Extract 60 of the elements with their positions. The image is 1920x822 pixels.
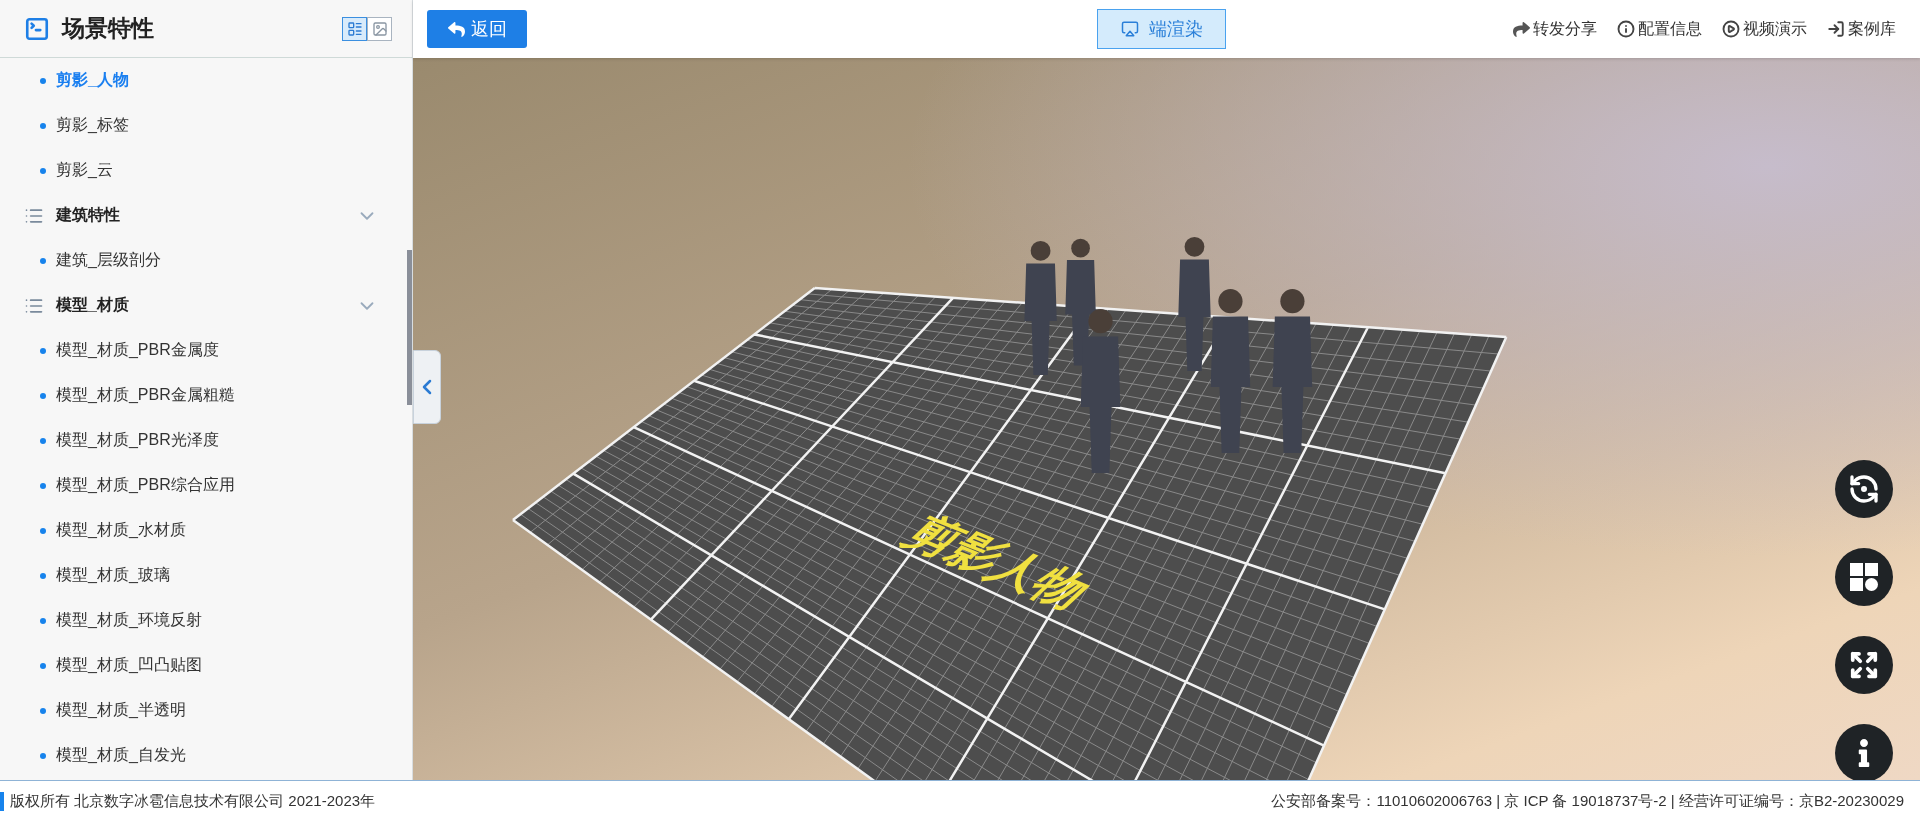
- bullet-icon: [40, 662, 46, 669]
- toolbar-link[interactable]: 配置信息: [1617, 18, 1702, 40]
- bullet-icon: [40, 572, 46, 579]
- sidebar-item[interactable]: 剪影_标签: [0, 103, 404, 148]
- info-icon: [1617, 20, 1635, 38]
- bullet-icon: [40, 257, 46, 264]
- toolbar-link[interactable]: 案例库: [1827, 18, 1896, 40]
- floor-label: 剪影人物: [893, 508, 1104, 616]
- sidebar-item[interactable]: 剪影_云: [0, 148, 404, 193]
- sidebar-item[interactable]: 建筑_层级剖分: [0, 238, 404, 283]
- sidebar-item[interactable]: 模型_材质_PBR金属度: [0, 328, 404, 373]
- sidebar-item[interactable]: 模型_材质_环境反射: [0, 598, 404, 643]
- bullet-icon: [40, 122, 46, 129]
- copyright-text: 版权所有 北京数字冰雹信息技术有限公司 2021-2023年: [0, 792, 376, 811]
- scrollbar-thumb[interactable]: [407, 250, 412, 405]
- sidebar-group[interactable]: 建筑特性: [0, 193, 404, 238]
- collapse-handle[interactable]: [413, 350, 441, 424]
- share-icon: [1513, 20, 1530, 38]
- bullet-icon: [40, 437, 46, 444]
- image-view-button[interactable]: [367, 16, 392, 41]
- fullscreen-icon: [1849, 650, 1879, 680]
- enter-icon: [1827, 20, 1845, 38]
- sidebar-item[interactable]: 模型_材质_玻璃: [0, 553, 404, 598]
- bullet-icon: [40, 167, 46, 174]
- toolbar-link[interactable]: 视频演示: [1722, 18, 1807, 40]
- sidebar-item[interactable]: 模型_材质_凹凸贴图: [0, 643, 404, 688]
- bullet-icon: [40, 617, 46, 624]
- sidebar-item[interactable]: 剪影_人物: [0, 58, 404, 103]
- fullscreen-button[interactable]: [1835, 636, 1893, 694]
- sidebar-item[interactable]: 模型_材质_PBR金属粗糙: [0, 373, 404, 418]
- bullet-icon: [40, 77, 46, 84]
- bullet-icon: [40, 392, 46, 399]
- sidebar-item[interactable]: 模型_材质_PBR综合应用: [0, 463, 404, 508]
- rotate-button[interactable]: [1835, 460, 1893, 518]
- terminal-icon: [24, 15, 50, 42]
- registration-text: 公安部备案号：11010602006763 | 京 ICP 备 19018737号-2 | 经营许可证编号：京B2-20230029: [1271, 792, 1904, 811]
- bullet-icon: [40, 347, 46, 354]
- sidebar-item[interactable]: 模型_材质_自发光: [0, 733, 404, 778]
- layout-icon: [1849, 562, 1879, 592]
- rotate-icon: [1848, 473, 1880, 505]
- sidebar-item[interactable]: 模型_材质_PBR光泽度: [0, 418, 404, 463]
- scene-viewport[interactable]: 剪影人物: [413, 58, 1920, 780]
- bullet-icon: [40, 482, 46, 489]
- image-icon: [371, 20, 388, 37]
- play-icon: [1722, 20, 1740, 38]
- sidebar-item[interactable]: 模型_材质_半透明: [0, 688, 404, 733]
- sidebar-title: 场景特性: [62, 14, 155, 43]
- back-button[interactable]: 返回: [427, 10, 527, 48]
- sidebar-group[interactable]: 模型_材质: [0, 283, 404, 328]
- bullet-icon: [40, 527, 46, 534]
- sidebar-item[interactable]: 模型_材质_水材质: [0, 508, 404, 553]
- screen-cast-icon: [1120, 20, 1139, 38]
- layout-button[interactable]: [1835, 548, 1893, 606]
- reply-icon: [447, 20, 465, 38]
- bullet-icon: [40, 707, 46, 714]
- list-view-icon: [346, 20, 363, 37]
- toolbar-link[interactable]: 转发分享: [1513, 18, 1597, 40]
- bullet-icon: [40, 752, 46, 759]
- info-button[interactable]: [1835, 724, 1893, 780]
- list-view-button[interactable]: [342, 16, 367, 41]
